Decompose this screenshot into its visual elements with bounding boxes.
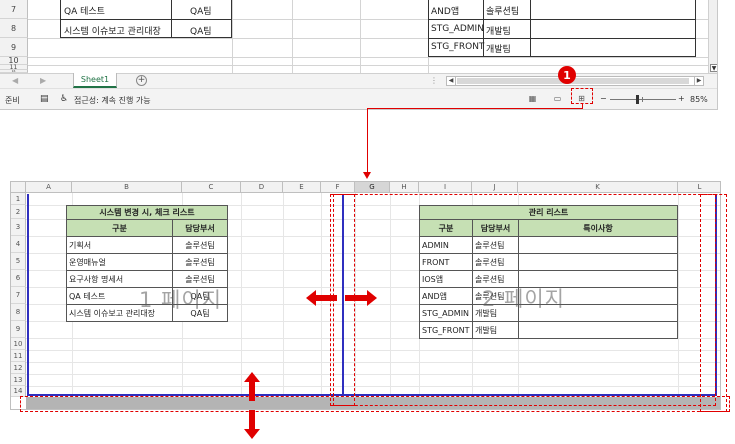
row-header[interactable]: 13	[11, 374, 26, 386]
row-header[interactable]: 3	[11, 219, 26, 236]
sheet-tab-sheet1[interactable]: Sheet1	[73, 73, 117, 88]
connector-line	[367, 108, 368, 173]
scroll-down-icon[interactable]: ▼	[710, 64, 717, 72]
row-header[interactable]: 2	[11, 205, 26, 219]
cell-item[interactable]: 시스템 이슈보고 관리대장	[64, 24, 161, 37]
column-header[interactable]: B	[72, 182, 182, 193]
scroll-right-icon[interactable]: ▶	[694, 77, 703, 85]
row-header[interactable]: 6	[11, 270, 26, 287]
column-header[interactable]: E	[283, 182, 321, 193]
add-sheet-icon[interactable]: +	[136, 75, 147, 86]
connector-arrow-icon	[363, 172, 371, 179]
table1-cell[interactable]: 솔루션팀	[172, 236, 228, 254]
select-all-corner[interactable]	[11, 182, 26, 193]
accessibility-status[interactable]: 접근성: 계속 진행 가능	[74, 95, 151, 106]
zoom-slider-thumb[interactable]	[636, 95, 639, 104]
accessibility-icon[interactable]: ♿	[60, 94, 68, 104]
row-header[interactable]: 9	[0, 38, 28, 57]
cell-dept[interactable]: 솔루션팀	[486, 4, 519, 17]
connector-line	[367, 108, 583, 109]
cell-item[interactable]: STG_ADMIN	[431, 24, 484, 34]
row-header[interactable]: 4	[11, 236, 26, 253]
row-header[interactable]: 10	[11, 338, 26, 350]
page-1-watermark: 1 페이지	[139, 288, 222, 312]
table1-header[interactable]: 담당부서	[172, 219, 228, 237]
page-border-left	[27, 194, 29, 395]
zoom-center-tick	[642, 97, 643, 102]
arrow-right-icon	[367, 290, 377, 306]
arrow-shaft	[345, 295, 367, 301]
status-ready: 준비	[5, 96, 20, 105]
highlight-bottom-border	[20, 396, 730, 412]
cell-item[interactable]: AND앱	[431, 4, 459, 17]
step-badge: 1	[558, 66, 576, 84]
table1-title[interactable]: 시스템 변경 시, 체크 리스트	[66, 205, 228, 220]
row-header[interactable]: 7	[11, 287, 26, 304]
zoom-level[interactable]: 85%	[690, 95, 708, 104]
sheet-tab-bar: ◀ ▶ Sheet1 + ⋮ ◀ ▶	[0, 73, 717, 88]
tab-prev-icon[interactable]: ◀	[12, 76, 18, 85]
column-header[interactable]: D	[241, 182, 283, 193]
table1-cell[interactable]: 기획서	[66, 236, 173, 254]
row-header[interactable]: 11	[11, 350, 26, 362]
column-header[interactable]: A	[26, 182, 72, 193]
arrow-down-icon	[244, 429, 260, 439]
row-header[interactable]: 5	[11, 253, 26, 270]
row-header[interactable]: 8	[11, 304, 26, 321]
highlight-page-2	[330, 194, 716, 406]
column-header[interactable]: C	[182, 182, 241, 193]
vertical-scrollbar[interactable]: ▼	[708, 0, 717, 73]
tab-next-icon[interactable]: ▶	[40, 76, 46, 85]
highlight-right-border	[700, 194, 727, 412]
zoom-in-button[interactable]: +	[678, 94, 685, 103]
status-bar: 준비 ▤ ♿ 접근성: 계속 진행 가능 ▦ ▭ ⊞ − + 85%	[0, 88, 717, 109]
row-header[interactable]: 7	[0, 0, 28, 19]
column-header[interactable]: H	[390, 182, 419, 193]
column-header[interactable]: I	[419, 182, 472, 193]
cell-item[interactable]: STG_FRONT	[431, 42, 484, 52]
column-header-selected[interactable]: G	[355, 182, 390, 193]
arrow-shaft	[315, 295, 337, 301]
zoom-slider[interactable]	[610, 99, 676, 100]
cell-dept[interactable]: QA팀	[190, 4, 212, 17]
cell-dept[interactable]: 개발팀	[486, 42, 511, 55]
tab-split-handle[interactable]: ⋮	[430, 76, 438, 85]
column-header[interactable]: L	[678, 182, 720, 193]
column-header[interactable]: J	[472, 182, 518, 193]
cell-dept[interactable]: 개발팀	[486, 24, 511, 37]
macro-record-icon[interactable]: ▤	[40, 94, 49, 104]
column-header[interactable]: K	[518, 182, 678, 193]
arrow-shaft	[249, 410, 255, 430]
row-header[interactable]: 9	[11, 321, 26, 338]
page-layout-view-icon[interactable]: ▭	[552, 94, 563, 104]
table1-cell[interactable]: 운영매뉴얼	[66, 253, 173, 271]
cell-item[interactable]: QA 테스트	[64, 4, 105, 17]
excel-window-top: 7 8 9 10 11 16 QA 테스트 QA팀 시스템 이슈보고 관리대장 …	[0, 0, 718, 110]
column-header[interactable]: F	[321, 182, 355, 193]
arrow-shaft	[249, 381, 255, 401]
top-grid: 7 8 9 10 11 16 QA 테스트 QA팀 시스템 이슈보고 관리대장 …	[0, 0, 708, 73]
row-header[interactable]: 12	[11, 362, 26, 374]
highlight-page-break-preview	[571, 88, 593, 104]
table1-cell[interactable]: 솔루션팀	[172, 253, 228, 271]
row-header[interactable]: 1	[11, 193, 26, 205]
scroll-left-icon[interactable]: ◀	[447, 77, 456, 85]
row-header[interactable]: 8	[0, 19, 28, 38]
zoom-out-button[interactable]: −	[600, 94, 607, 103]
cell-dept[interactable]: QA팀	[190, 24, 212, 37]
normal-view-icon[interactable]: ▦	[527, 94, 538, 104]
table1-header[interactable]: 구분	[66, 219, 173, 237]
